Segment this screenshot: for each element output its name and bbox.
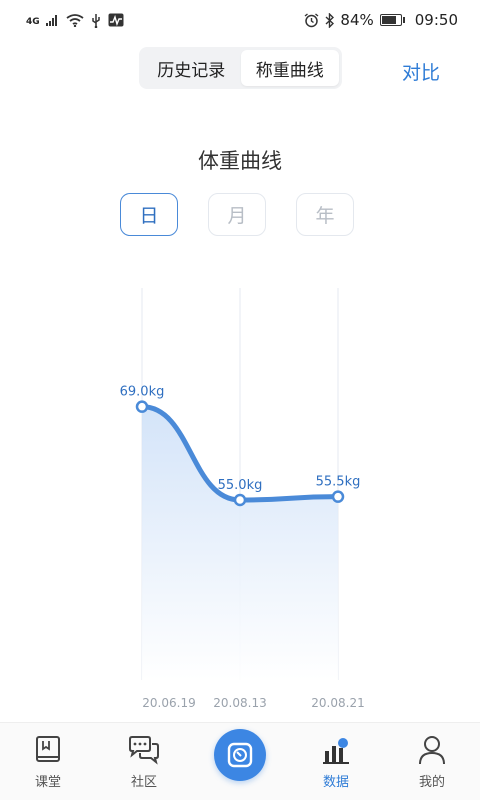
chart-x-tick-label: 20.06.19 [142,696,195,710]
scale-icon [227,742,253,768]
chart-data-label: 55.5kg [316,475,361,490]
status-left: 4G [26,13,124,28]
tab-history[interactable]: 历史记录 [142,50,241,86]
chart-x-tick-label: 20.08.13 [213,696,266,710]
usb-icon [91,13,100,28]
period-selector: 日 月 年 [0,193,480,237]
bar-chart-icon [323,738,349,764]
chart-data-label: 55.0kg [218,478,263,493]
nav-weigh[interactable] [192,723,288,800]
tab-weight-curve[interactable]: 称重曲线 [240,50,339,86]
nav-classroom[interactable]: 课堂 [0,723,96,800]
clock: 09:50 [414,11,458,29]
status-right: 84% 09:50 [304,11,458,29]
book-icon [36,736,60,762]
chart-point[interactable] [331,490,345,503]
signal-icon [45,15,57,26]
chart-data-label: 69.0kg [120,385,165,400]
period-month-button[interactable]: 月 [208,193,266,236]
nav-label: 我的 [418,775,445,790]
chart-title: 体重曲线 [198,149,282,173]
battery-percent: 84% [340,11,374,29]
period-year-button[interactable]: 年 [296,193,354,236]
alarm-icon [304,12,319,27]
nav-community[interactable]: 社区 [96,723,192,800]
nav-label: 数据 [322,775,349,790]
activity-icon [108,13,124,27]
weigh-center-button[interactable] [214,729,266,781]
view-tabs: 历史记录 称重曲线 [139,47,342,89]
nav-label: 社区 [130,775,157,790]
chart-x-tick-label: 20.08.21 [311,696,364,710]
bottom-nav: 课堂 社区 数据 我的 [0,722,480,800]
nav-profile[interactable]: 我的 [384,723,480,800]
status-bar: 4G 84% 09:50 [0,0,480,40]
chart-point[interactable] [135,400,149,413]
compare-button[interactable]: 对比 [402,58,440,85]
bluetooth-icon [325,12,335,28]
weight-chart: 69.0kg 55.0kg 55.5kg 20.06.19 20.08.13 20.08… [120,288,365,710]
user-icon [419,736,445,765]
nav-data[interactable]: 数据 [288,723,384,800]
period-day-button[interactable]: 日 [120,193,178,236]
nav-label: 课堂 [34,775,61,790]
chart-point[interactable] [233,493,247,507]
battery-icon [379,14,405,26]
wifi-icon [66,13,84,27]
network-type: 4G [26,16,40,27]
chat-icon [129,736,159,765]
